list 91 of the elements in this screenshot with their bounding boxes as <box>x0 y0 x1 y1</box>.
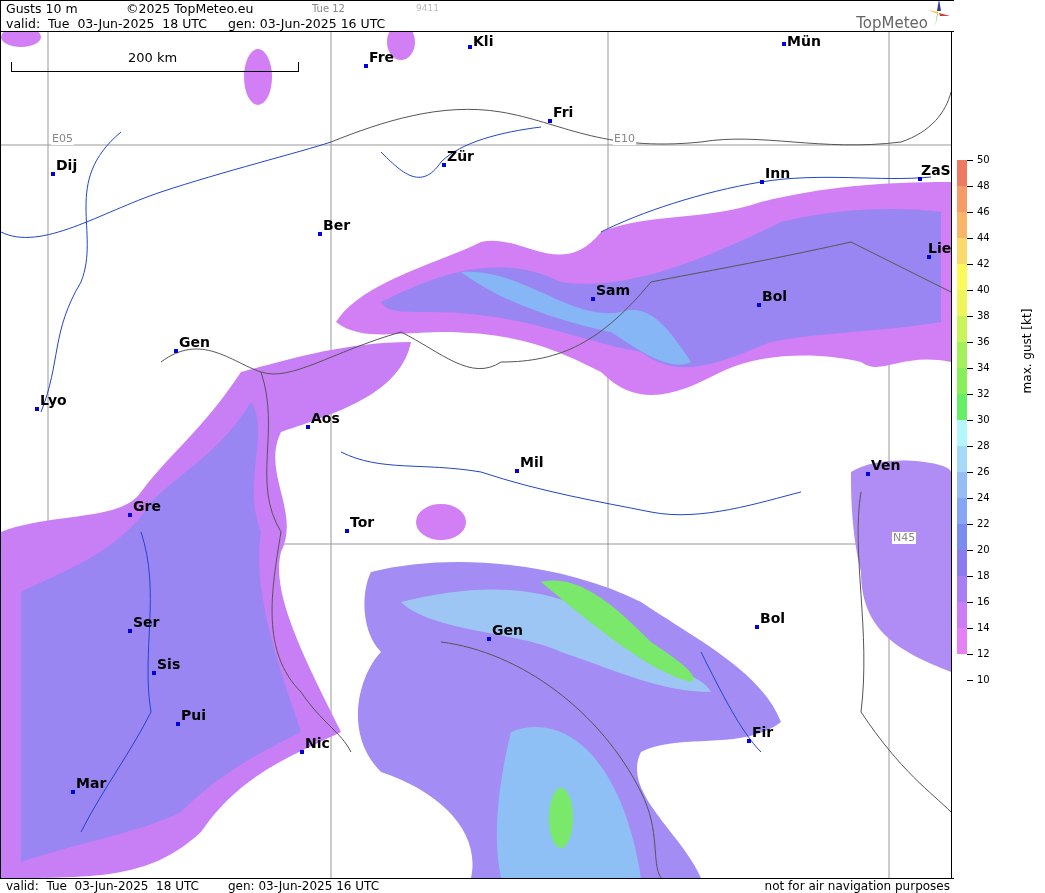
city-label: Fri <box>553 104 574 120</box>
tick-label: 40 <box>977 284 990 296</box>
tick-label: 34 <box>977 362 990 374</box>
city-marker-icon <box>71 790 75 794</box>
city-marker-icon <box>487 637 491 641</box>
tick-label: 42 <box>977 258 990 270</box>
city-label: Gen <box>179 334 210 350</box>
city-marker-icon <box>35 407 39 411</box>
city-marker-icon <box>128 629 132 633</box>
city-marker-icon <box>548 119 552 123</box>
grid-label: E05 <box>51 133 74 145</box>
city-label: Inn <box>765 165 791 181</box>
city-label: Ven <box>871 457 901 473</box>
tick-label: 14 <box>977 622 990 634</box>
tick-label: 20 <box>977 544 990 556</box>
city-marker-icon <box>866 472 870 476</box>
city-label: Nic <box>305 735 330 751</box>
city-marker-icon <box>300 750 304 754</box>
city-label: Sis <box>157 656 181 672</box>
tick-label: 24 <box>977 492 990 504</box>
tick-label: 32 <box>977 388 990 400</box>
city-label: Kli <box>473 33 494 49</box>
city-label: Bol <box>760 610 786 626</box>
city-marker-icon <box>927 255 931 259</box>
city-label: Zür <box>447 148 475 164</box>
tick-label: 36 <box>977 336 990 348</box>
city-label: Mar <box>76 775 107 791</box>
tick-label: 10 <box>977 674 990 686</box>
city-marker-icon <box>757 303 761 307</box>
copyright-text: ©2025 TopMeteo.eu <box>126 1 255 16</box>
generated-time: gen: 03-Jun-2025 16 UTC <box>228 879 380 893</box>
city-marker-icon <box>128 513 132 517</box>
city-marker-icon <box>755 625 759 629</box>
city-marker-icon <box>364 64 368 68</box>
generated-time: gen: 03-Jun-2025 16 UTC <box>228 16 386 31</box>
city-label: Ser <box>133 614 160 630</box>
valid-time: valid: Tue 03-Jun-2025 18 UTC <box>6 879 200 893</box>
code-label: 9411 <box>416 2 439 15</box>
city-label: Lyo <box>40 392 67 408</box>
tick-label: 30 <box>977 414 990 426</box>
city-marker-icon <box>51 172 55 176</box>
city-marker-icon <box>918 177 922 181</box>
city-marker-icon <box>318 232 322 236</box>
city-marker-icon <box>442 163 446 167</box>
tick-label: 50 <box>977 154 990 166</box>
city-marker-icon <box>515 469 519 473</box>
city-label: Bol <box>762 288 788 304</box>
disclaimer-text: not for air navigation purposes <box>764 879 951 893</box>
grid-label: N45 <box>892 532 917 544</box>
map-title: Gusts 10 m <box>6 1 79 16</box>
valid-time: valid: Tue 03-Jun-2025 18 UTC <box>6 16 208 31</box>
city-label: Mün <box>787 33 821 49</box>
city-label: Fre <box>369 49 395 65</box>
city-label: Gen <box>492 622 523 638</box>
grid-label: E10 <box>613 133 636 145</box>
tick-label: 26 <box>977 466 990 478</box>
city-label: Gre <box>133 498 161 514</box>
city-marker-icon <box>782 42 786 46</box>
legend-title: max. gust [kt] <box>1019 307 1035 396</box>
city-marker-icon <box>591 297 595 301</box>
scale-label: 200 km <box>128 50 178 65</box>
tick-label: 12 <box>977 648 990 660</box>
city-marker-icon <box>468 45 472 49</box>
city-label: Pui <box>181 707 207 723</box>
city-label: Lie <box>928 240 951 256</box>
city-marker-icon <box>152 671 156 675</box>
city-label: Fir <box>752 724 774 740</box>
city-label: Dij <box>56 157 78 173</box>
tick-label: 44 <box>977 232 990 244</box>
city-label: Sam <box>596 282 631 298</box>
tick-label: 16 <box>977 596 990 608</box>
city-label: Aos <box>311 410 340 426</box>
city-marker-icon <box>760 180 764 184</box>
tick-label: 48 <box>977 180 990 192</box>
tick-label: 38 <box>977 310 990 322</box>
city-marker-icon <box>345 529 349 533</box>
logo-text: TopMeteo <box>856 15 928 31</box>
city-marker-icon <box>174 349 178 353</box>
city-label: ZaS <box>921 162 951 178</box>
city-label: Mil <box>520 454 544 470</box>
tick-label: 28 <box>977 440 990 452</box>
city-label: Tor <box>350 514 375 530</box>
city-marker-icon <box>306 425 310 429</box>
city-marker-icon <box>176 722 180 726</box>
tick-label: 18 <box>977 570 990 582</box>
run-label: Tue 12 <box>312 2 346 16</box>
star-logo-icon <box>928 0 950 27</box>
tick-label: 46 <box>977 206 990 218</box>
city-marker-icon <box>747 739 751 743</box>
tick-label: 22 <box>977 518 990 530</box>
city-label: Ber <box>323 217 351 233</box>
